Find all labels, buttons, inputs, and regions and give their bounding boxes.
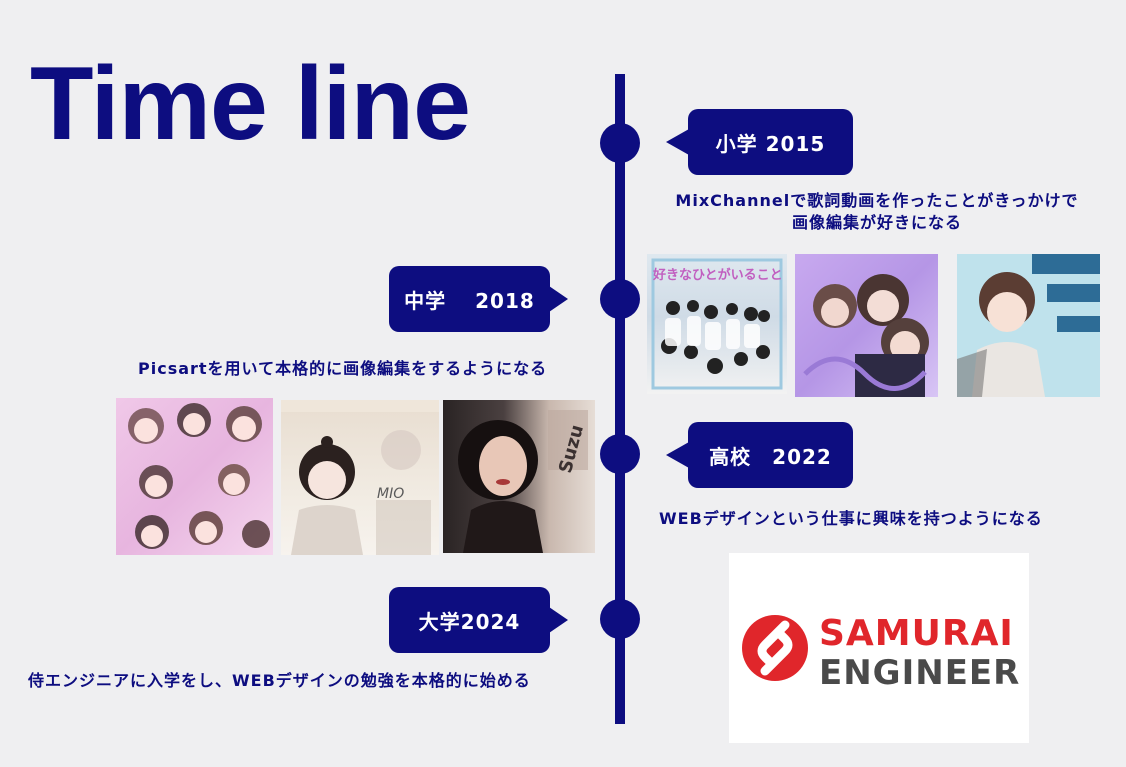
- timeline-tag-2018: 中学 2018: [389, 266, 568, 332]
- mixchannel-photo-1-text: 好きなひとがいること: [653, 268, 781, 283]
- logo-line-engineer: ENGINEER: [819, 653, 1021, 693]
- picsart-photo-1: [116, 398, 273, 555]
- samurai-engineer-logo: SAMURAI ENGINEER: [729, 553, 1029, 743]
- timeline-desc-2022: WEBデザインという仕事に興味を持つようになる: [659, 509, 1043, 528]
- picsart-photo-3: Suzu: [443, 400, 595, 553]
- timeline-desc-2015-line2: 画像編集が好きになる: [791, 213, 962, 232]
- timeline-desc-2024: 侍エンジニアに入学をし、WEBデザインの勉強を本格的に始める: [28, 671, 531, 690]
- timeline-dot-2024: [600, 599, 640, 639]
- picsart-photo-2-text: MIO: [377, 486, 405, 502]
- timeline-desc-2015-line1: MixChannelで歌詞動画を作ったことがきっかけで: [675, 191, 1079, 210]
- timeline-tag-2015: 小学 2015: [666, 109, 853, 175]
- picsart-photo-2: MIO: [281, 400, 439, 555]
- mixchannel-photo-1: 好きなひとがいること: [647, 254, 787, 394]
- timeline-tag-2024: 大学2024: [389, 587, 568, 653]
- mixchannel-photo-3: [957, 254, 1100, 397]
- timeline-dot-2015: [600, 123, 640, 163]
- girls-photo-image: [803, 274, 929, 397]
- collage-photo-image: [128, 403, 270, 549]
- logo-line-samurai: SAMURAI: [819, 613, 1014, 654]
- timeline-dot-2018: [600, 279, 640, 319]
- girl-collage-image: [281, 400, 439, 555]
- page-title: Time line: [30, 46, 471, 162]
- timeline-tag-2022: 高校 2022: [666, 422, 853, 488]
- timeline-desc-2015: MixChannelで歌詞動画を作ったことがきっかけで 画像編集が好きになる: [652, 190, 1102, 234]
- mixchannel-photo-2: [795, 254, 938, 397]
- girl-portrait-image: [957, 254, 1100, 397]
- timeline-dot-2022: [600, 434, 640, 474]
- timeline-desc-2018: Picsartを用いて本格的に画像編集をするようになる: [138, 359, 548, 378]
